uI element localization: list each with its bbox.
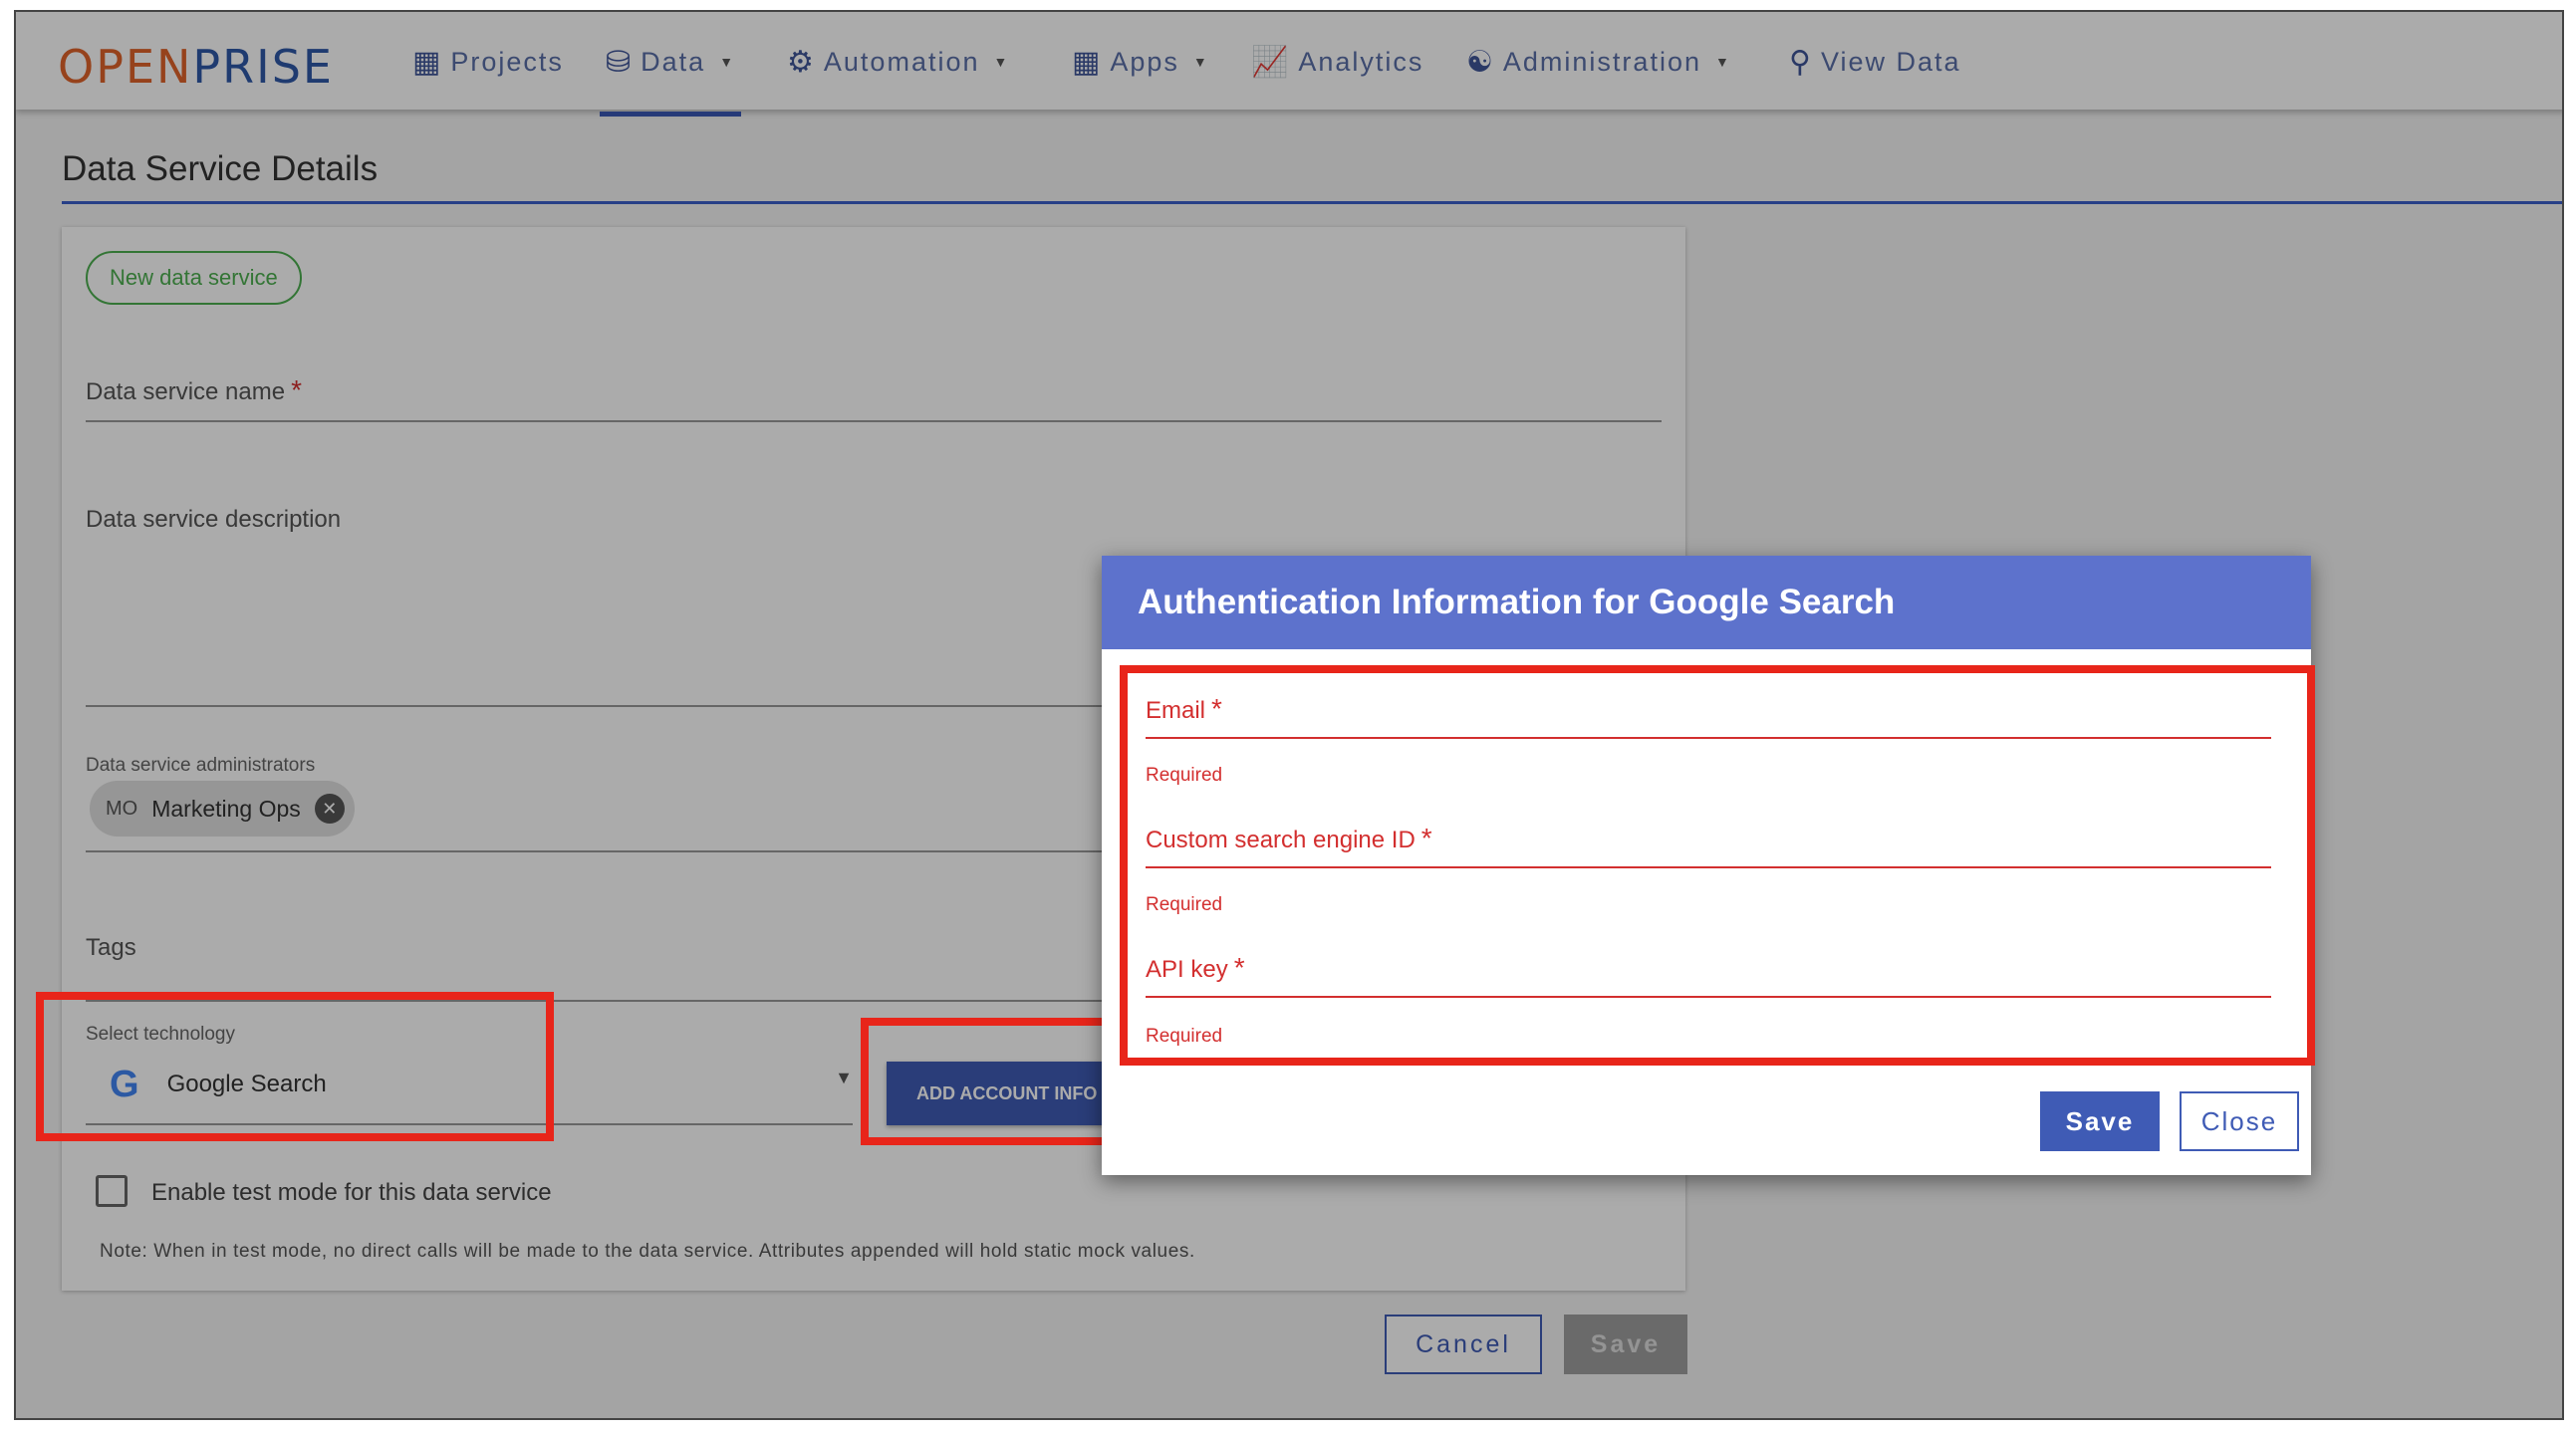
credentials-callout: [1120, 665, 2315, 1066]
technology-callout: [36, 992, 554, 1141]
dialog-title: Authentication Information for Google Se…: [1102, 556, 2311, 649]
app-window: OPENPRISE ▦ Projects ⛁ Data ▼ ⚙ Automati…: [14, 10, 2564, 1420]
dialog-save-button[interactable]: Save: [2040, 1091, 2160, 1151]
authentication-dialog: Authentication Information for Google Se…: [1102, 556, 2315, 1175]
add-account-callout: [861, 1018, 1130, 1145]
dialog-close-button[interactable]: Close: [2180, 1091, 2299, 1151]
